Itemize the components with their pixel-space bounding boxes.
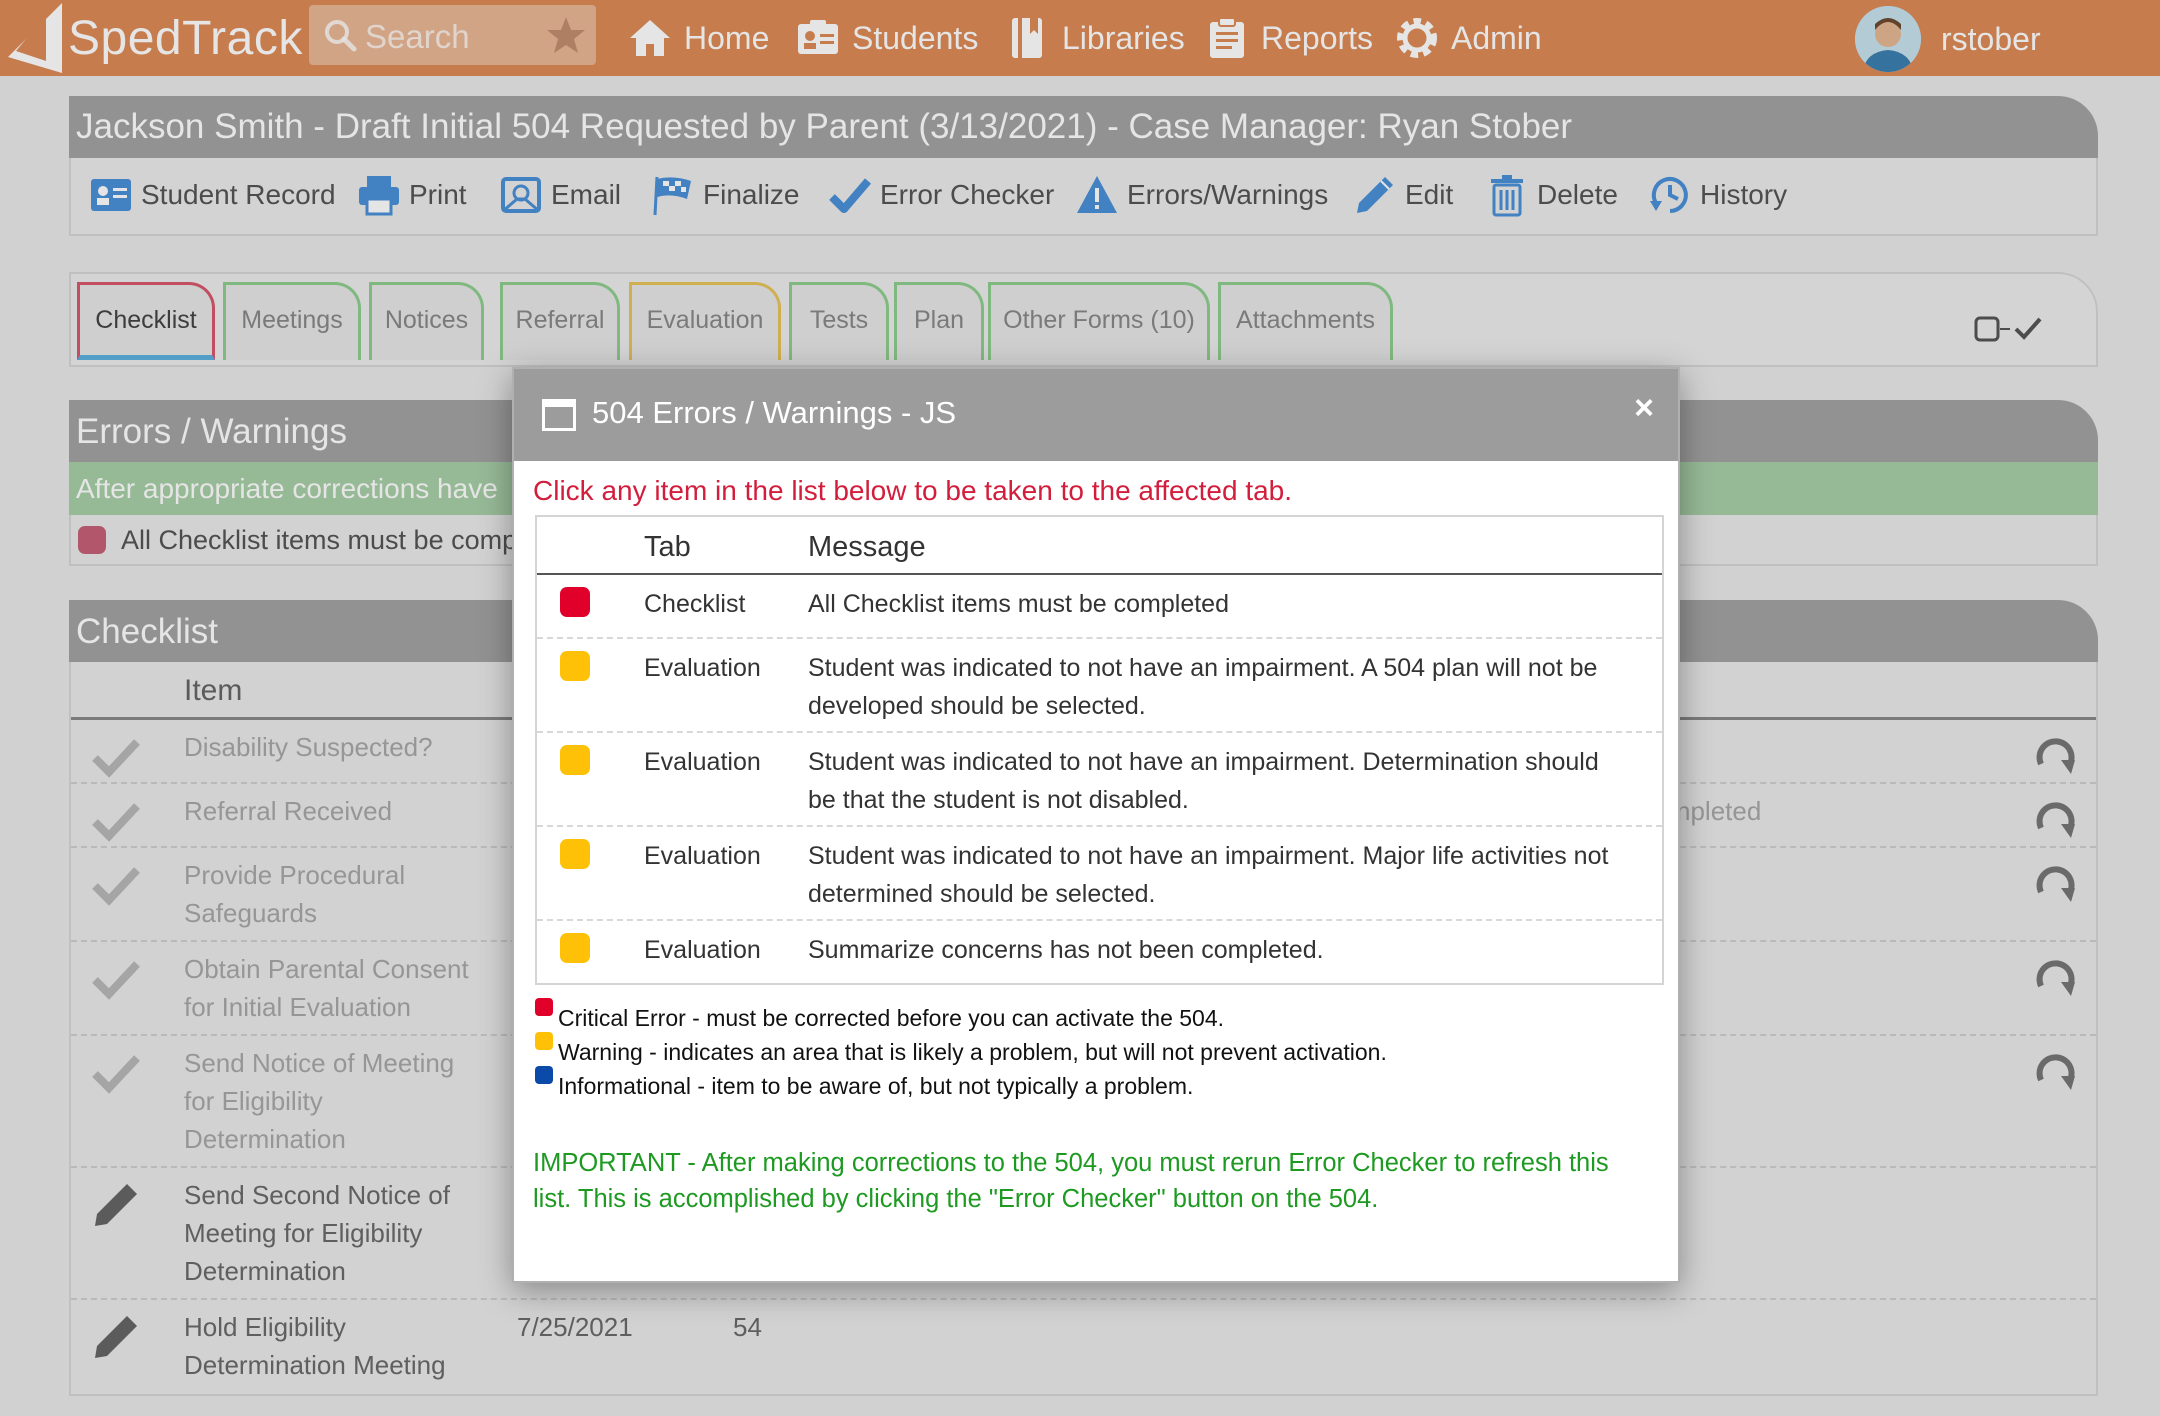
error-row[interactable]: Checklist All Checklist items must be co… [537,575,1662,639]
legend-info-text: Informational - item to be aware of, but… [558,1073,1194,1099]
error-row-tab: Checklist [644,590,746,618]
error-row-message: Student was indicated to not have an imp… [808,654,1598,720]
error-row-tab: Evaluation [644,748,761,776]
column-tab: Tab [644,531,691,563]
warning-icon [560,933,590,963]
error-row-message: All Checklist items must be completed [808,590,1229,618]
column-message: Message [808,531,926,563]
legend-warning-text: Warning - indicates an area that is like… [558,1039,1387,1065]
error-row-message: Student was indicated to not have an imp… [808,748,1599,814]
info-square-icon [535,1066,553,1084]
dialog-title: 504 Errors / Warnings - JS [592,395,957,430]
errors-table: Tab Message Checklist All Checklist item… [535,515,1664,985]
error-row-message: Student was indicated to not have an imp… [808,842,1609,908]
critical-square-icon [535,998,553,1016]
error-row[interactable]: Evaluation Student was indicated to not … [537,827,1662,921]
dialog-instruction: Click any item in the list below to be t… [533,475,1293,506]
warning-icon [560,745,590,775]
error-row-tab: Evaluation [644,936,761,964]
warning-icon [560,651,590,681]
legend-critical-text: Critical Error - must be corrected befor… [558,1005,1225,1031]
dialog-header: 504 Errors / Warnings - JS × [514,369,1678,461]
error-row[interactable]: Evaluation Student was indicated to not … [537,733,1662,827]
error-row[interactable]: Evaluation Student was indicated to not … [537,639,1662,733]
errors-warnings-dialog: 504 Errors / Warnings - JS × Click any i… [512,367,1680,1283]
error-row-tab: Evaluation [644,654,761,682]
error-row-tab: Evaluation [644,842,761,870]
critical-error-icon [560,587,590,617]
window-icon [542,399,576,431]
close-icon[interactable]: × [1634,389,1654,428]
important-note: IMPORTANT - After making corrections to … [533,1149,1609,1213]
error-row-message: Summarize concerns has not been complete… [808,936,1324,964]
warning-square-icon [535,1032,553,1050]
error-row[interactable]: Evaluation Summarize concerns has not be… [537,921,1662,983]
errors-table-header: Tab Message [537,517,1662,575]
warning-icon [560,839,590,869]
